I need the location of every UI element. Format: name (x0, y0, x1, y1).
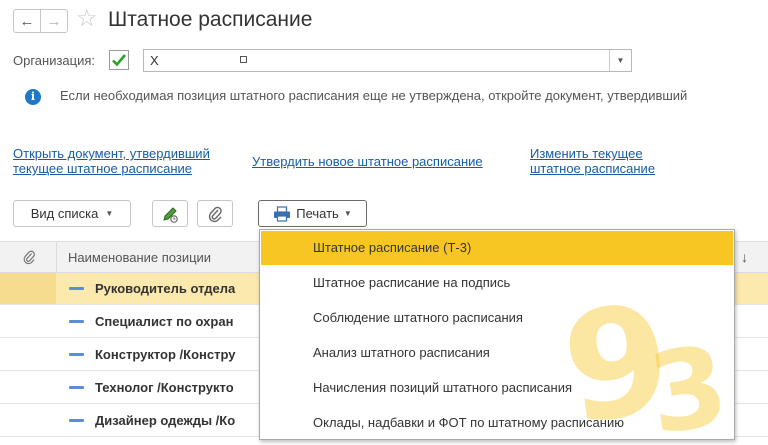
info-message: Если необходимая позиция штатного распис… (60, 88, 688, 103)
row-marker-cell (0, 273, 56, 304)
print-label: Печать (296, 206, 339, 221)
organization-field[interactable]: X ▼ (143, 49, 632, 72)
organization-label: Организация: (13, 53, 96, 68)
watermark-logo: 3 (641, 321, 736, 445)
position-dash-icon (69, 320, 84, 323)
position-name: Конструктор /Констру (95, 347, 236, 362)
open-approving-document-link[interactable]: Открыть документ, утвердивший текущее шт… (13, 146, 243, 176)
small-square-icon (240, 56, 247, 63)
menu-item-label: Анализ штатного расписания (313, 345, 490, 360)
change-current-schedule-link[interactable]: Изменить текущее штатное расписание (530, 146, 680, 176)
menu-item-label: Штатное расписание (Т-3) (313, 240, 472, 255)
menu-item-label: Штатное расписание на подпись (313, 275, 511, 290)
page-title: Штатное расписание (108, 8, 313, 31)
row-marker-cell (0, 306, 56, 337)
attach-button[interactable] (197, 200, 233, 227)
column-divider (56, 242, 57, 273)
row-marker-cell (0, 372, 56, 403)
edit-button[interactable] (152, 200, 188, 227)
position-name: Специалист по охран (95, 314, 234, 329)
approve-new-schedule-link[interactable]: Утвердить новое штатное расписание (252, 154, 483, 169)
arrow-right-icon: → (46, 12, 62, 30)
position-name: Руководитель отдела (95, 281, 236, 296)
star-icon[interactable]: ☆ (76, 7, 98, 31)
position-dash-icon (69, 287, 84, 290)
view-list-label: Вид списка (30, 206, 99, 221)
print-button[interactable]: Печать ▼ (258, 200, 367, 227)
printer-icon (274, 205, 291, 222)
view-list-button[interactable]: Вид списка ▼ (13, 200, 131, 227)
menu-item-schedule-for-signature[interactable]: Штатное расписание на подпись (261, 266, 733, 300)
back-button[interactable]: ← (13, 9, 41, 33)
sort-indicator[interactable]: ↓ (741, 249, 748, 265)
row-marker-cell (0, 339, 56, 370)
edit-pen-icon (163, 206, 178, 223)
paperclip-icon (208, 206, 222, 222)
menu-item-staff-schedule-t3[interactable]: Штатное расписание (Т-3) (261, 231, 733, 265)
paperclip-icon (23, 250, 35, 265)
info-icon: i (25, 89, 41, 105)
position-dash-icon (69, 353, 84, 356)
position-dash-icon (69, 419, 84, 422)
arrow-left-icon: ← (19, 12, 35, 30)
chevron-down-icon: ▼ (343, 209, 352, 218)
column-header-position-name[interactable]: Наименование позиции (68, 250, 211, 265)
chevron-down-icon: ▼ (616, 56, 625, 65)
position-name: Дизайнер одежды /Ко (95, 413, 236, 428)
organization-value: X (150, 53, 159, 68)
chevron-down-icon: ▼ (105, 209, 114, 218)
organization-dropdown-button[interactable]: ▼ (609, 50, 631, 71)
position-dash-icon (69, 386, 84, 389)
row-marker-cell (0, 405, 56, 436)
organization-checkbox[interactable] (109, 50, 129, 70)
menu-item-label: Начисления позиций штатного расписания (313, 380, 573, 395)
menu-item-label: Соблюдение штатного расписания (313, 310, 523, 325)
forward-button[interactable]: → (40, 9, 68, 33)
checkmark-icon (112, 54, 126, 67)
position-name: Технолог /Конструкто (95, 380, 234, 395)
